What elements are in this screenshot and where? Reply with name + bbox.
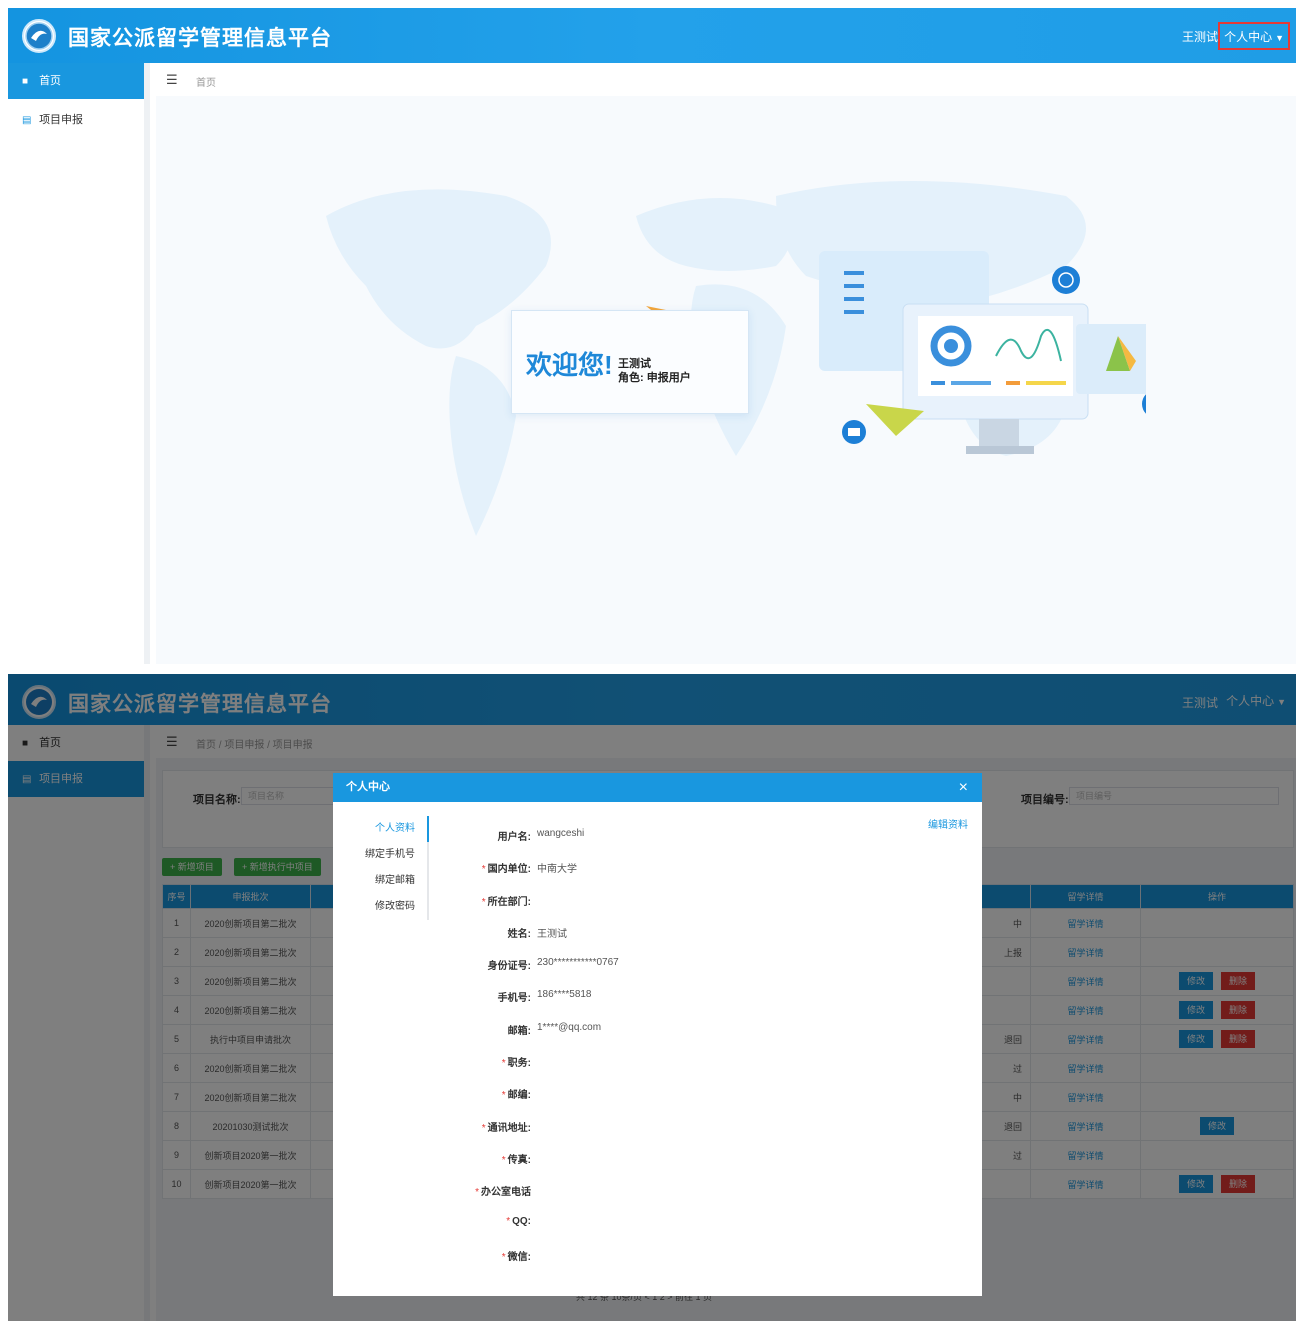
- profile-field-row: 手机号: 186****5818: [433, 989, 619, 1021]
- required-mark: *: [501, 1251, 506, 1263]
- field-value: [531, 1151, 537, 1183]
- field-label-text: 身份证号:: [487, 961, 531, 973]
- field-value: 中南大学: [537, 864, 577, 876]
- field-label: 邮箱:: [433, 1022, 531, 1054]
- field-label: 用户名:: [433, 828, 531, 860]
- field-label: 身份证号:: [433, 957, 531, 989]
- welcome-card: 欢迎您! 王测试 角色: 申报用户: [511, 310, 749, 414]
- profile-field-row: * 所在部门:: [433, 893, 619, 925]
- profile-field-row: 身份证号: 230***********0767: [433, 957, 619, 989]
- field-label-text: 姓名:: [507, 928, 531, 940]
- field-label: 手机号:: [433, 989, 531, 1021]
- field-value: 230***********0767: [537, 957, 619, 969]
- sidebar-item-project[interactable]: ▤ 项目申报: [8, 102, 144, 138]
- welcome-role: 角色: 申报用户: [618, 372, 691, 384]
- field-label-text: 手机号:: [497, 993, 531, 1005]
- user-name: 王测试: [1181, 30, 1218, 44]
- menu-toggle-icon[interactable]: ☰: [166, 72, 178, 88]
- field-label-text: 传真:: [507, 1154, 531, 1166]
- required-mark: *: [501, 1058, 506, 1070]
- modal-header: 个人中心 ×: [333, 773, 982, 802]
- app-header: 国家公派留学管理信息平台 王测试 个人中心▼: [8, 8, 1296, 63]
- field-value: wangceshi: [537, 828, 585, 839]
- list-icon: ▤: [22, 115, 32, 126]
- sidebar-item-label: 首页: [39, 75, 62, 87]
- field-value: 王测试: [537, 928, 567, 940]
- tab-bind-email[interactable]: 绑定邮箱: [361, 868, 427, 894]
- required-mark: *: [506, 1215, 511, 1227]
- welcome-panel: 欢迎您! 王测试 角色: 申报用户: [156, 96, 1296, 664]
- field-label: * 所在部门:: [433, 893, 531, 925]
- profile-field-row: * 传真:: [433, 1151, 619, 1183]
- field-label: * 国内单位:: [433, 860, 531, 892]
- field-label: * 办公室电话: [433, 1183, 531, 1215]
- field-label-text: QQ:: [512, 1215, 531, 1227]
- profile-field-row: 姓名: 王测试: [433, 925, 619, 957]
- required-mark: *: [475, 1187, 479, 1199]
- field-value: [531, 1119, 537, 1151]
- required-mark: *: [501, 1154, 506, 1166]
- breadcrumb: 首页: [196, 78, 216, 89]
- field-label: * QQ:: [433, 1216, 531, 1248]
- field-value: 1****@qq.com: [537, 1021, 602, 1033]
- field-label-text: 用户名:: [497, 832, 531, 843]
- required-mark: *: [481, 864, 486, 876]
- tab-bind-phone[interactable]: 绑定手机号: [361, 842, 427, 868]
- field-value: [531, 1054, 537, 1086]
- profile-field-row: * 邮编:: [433, 1086, 619, 1118]
- profile-field-row: * 微信:: [433, 1248, 619, 1280]
- profile-field-row: * 通讯地址:: [433, 1119, 619, 1151]
- sidebar-item-label: 项目申报: [39, 114, 84, 126]
- tab-change-password[interactable]: 修改密码: [361, 894, 427, 920]
- profile-fields: 用户名: wangceshi * 国内单位: 中南大学 * 所在部门: 姓名: 王测试 身份证号:…: [433, 828, 619, 1280]
- profile-field-row: 邮箱: 1****@qq.com: [433, 1022, 619, 1054]
- field-label-text: 微信:: [507, 1251, 531, 1263]
- user-center-modal: 个人中心 × 个人资料 绑定手机号 绑定邮箱 修改密码 编辑资料 用户名: wan…: [333, 773, 982, 1296]
- breadcrumb-bar: ☰ 首页: [156, 63, 1296, 96]
- edit-profile-link[interactable]: 编辑资料: [928, 816, 968, 831]
- sidebar-item-home[interactable]: ■ 首页: [8, 63, 144, 99]
- field-value: [531, 1086, 537, 1118]
- field-label: * 职务:: [433, 1054, 531, 1086]
- field-label: * 邮编:: [433, 1086, 531, 1118]
- field-label-text: 所在部门:: [487, 896, 531, 908]
- close-icon[interactable]: ×: [959, 773, 968, 802]
- welcome-text: 欢迎您!: [526, 350, 613, 380]
- field-label-text: 邮编:: [507, 1090, 531, 1102]
- field-value: [531, 1183, 537, 1215]
- field-label: * 通讯地址:: [433, 1119, 531, 1151]
- field-label-text: 通讯地址:: [487, 1122, 531, 1134]
- field-value: [531, 893, 537, 925]
- field-label: 姓名:: [433, 925, 531, 957]
- required-mark: *: [501, 1090, 506, 1102]
- profile-field-row: * QQ:: [433, 1216, 619, 1248]
- profile-field-row: * 职务:: [433, 1054, 619, 1086]
- field-label-text: 职务:: [507, 1058, 531, 1070]
- user-center-label: 个人中心: [1224, 30, 1273, 44]
- field-value: [531, 1216, 537, 1248]
- field-value: 186****5818: [537, 989, 592, 1001]
- field-label-text: 国内单位:: [487, 864, 531, 876]
- profile-field-row: 用户名: wangceshi: [433, 828, 619, 860]
- profile-field-row: * 办公室电话: [433, 1183, 619, 1215]
- user-center-dropdown[interactable]: 个人中心▼: [1218, 22, 1290, 50]
- caret-down-icon: ▼: [1275, 33, 1284, 43]
- field-value: [531, 1248, 537, 1280]
- logo-icon: [22, 19, 56, 53]
- required-mark: *: [481, 896, 486, 908]
- sidebar: ■ 首页 ▤ 项目申报: [8, 63, 150, 664]
- modal-title: 个人中心: [346, 781, 390, 793]
- field-label-text: 办公室电话: [481, 1187, 531, 1199]
- field-label: * 微信:: [433, 1248, 531, 1280]
- profile-field-row: * 国内单位: 中南大学: [433, 860, 619, 892]
- home-icon: ■: [22, 76, 29, 87]
- modal-tabs: 个人资料 绑定手机号 绑定邮箱 修改密码: [361, 816, 429, 920]
- required-mark: *: [481, 1122, 486, 1134]
- app-title: 国家公派留学管理信息平台: [68, 27, 332, 50]
- field-label: * 传真:: [433, 1151, 531, 1183]
- field-label-text: 邮箱:: [507, 1025, 531, 1037]
- tab-profile[interactable]: 个人资料: [361, 816, 429, 842]
